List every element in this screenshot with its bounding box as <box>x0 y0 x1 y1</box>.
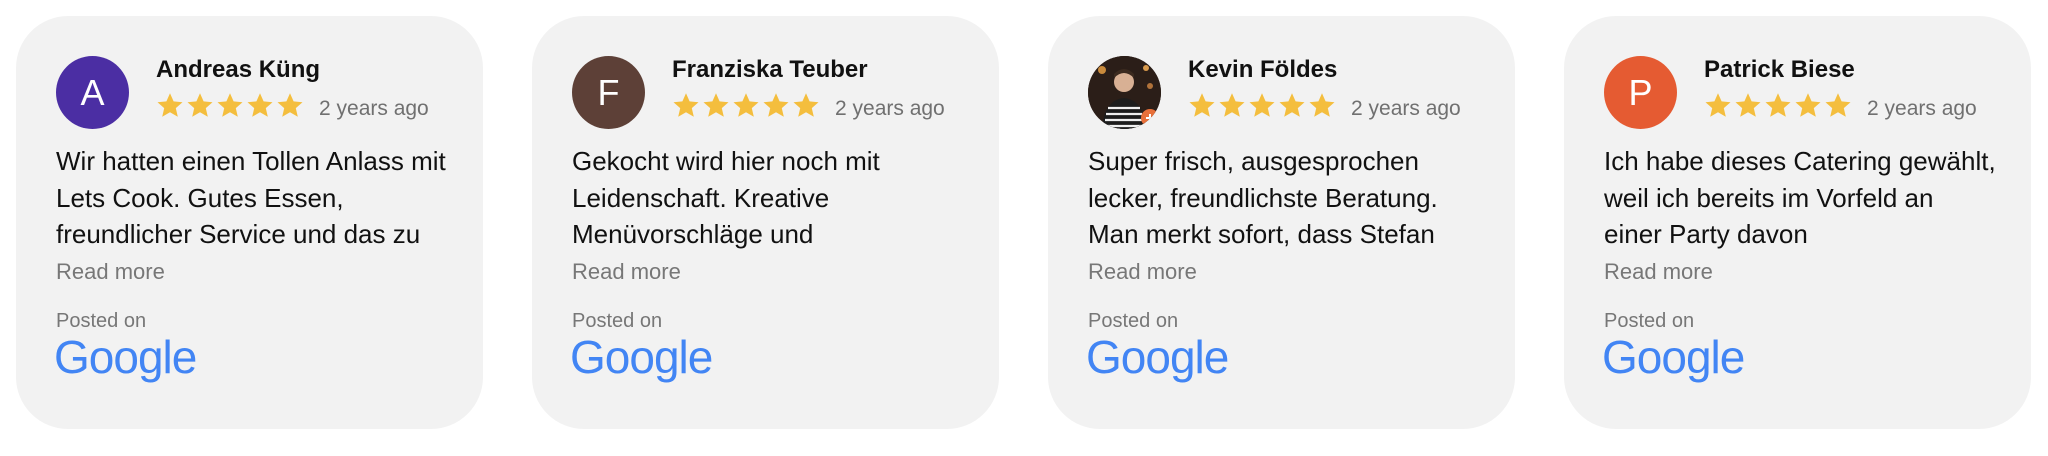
star-icon <box>1217 91 1247 121</box>
star-rating <box>1703 91 1853 123</box>
review-text: Gekocht wird hier noch mit Leidenschaft.… <box>572 146 880 249</box>
review-age: 2 years ago <box>835 97 945 120</box>
review-age: 2 years ago <box>1867 97 1977 120</box>
review-text: Wir hatten einen Tollen Anlass mit Lets … <box>56 146 446 249</box>
star-icon <box>671 91 701 121</box>
posted-on-label: Posted on <box>1604 310 1695 332</box>
star-icon <box>1733 91 1763 121</box>
star-icon <box>155 91 185 121</box>
posted-on-label: Posted on <box>56 310 147 332</box>
reviewer-name: Andreas Küng <box>156 56 321 83</box>
read-more-link[interactable]: Read more <box>572 259 681 285</box>
avatar: A <box>56 56 129 129</box>
avatar: P <box>1604 56 1677 129</box>
google-logo: Google <box>1602 331 1745 383</box>
star-icon <box>1307 91 1337 121</box>
star-icon <box>1247 91 1277 121</box>
star-rating <box>155 91 305 123</box>
avatar-photo <box>1088 56 1161 129</box>
star-rating <box>671 91 821 123</box>
review-text: Super frisch, ausgesprochen lecker, freu… <box>1088 146 1438 249</box>
review-age: 2 years ago <box>319 97 429 120</box>
star-icon <box>791 91 821 121</box>
read-more-link[interactable]: Read more <box>1088 259 1197 285</box>
star-icon <box>185 91 215 121</box>
review-card: Kevin Földes 2 years ago Super frisch, a… <box>1048 16 1515 429</box>
star-icon <box>215 91 245 121</box>
reviewer-name: Franziska Teuber <box>672 56 868 83</box>
google-logo: Google <box>1086 331 1229 383</box>
star-icon <box>761 91 791 121</box>
review-card: A Andreas Küng 2 years ago Wir hatten ei… <box>16 16 483 429</box>
avatar: F <box>572 56 645 129</box>
review-card: F Franziska Teuber 2 years ago Gekocht w… <box>532 16 999 429</box>
reviews-row: A Andreas Küng 2 years ago Wir hatten ei… <box>0 0 2048 456</box>
star-icon <box>245 91 275 121</box>
google-logo: Google <box>54 331 197 383</box>
review-age: 2 years ago <box>1351 97 1461 120</box>
google-logo: Google <box>570 331 713 383</box>
star-icon <box>1187 91 1217 121</box>
star-icon <box>701 91 731 121</box>
read-more-link[interactable]: Read more <box>1604 259 1713 285</box>
reviewer-name: Kevin Földes <box>1188 56 1338 83</box>
star-icon <box>275 91 305 121</box>
star-icon <box>1763 91 1793 121</box>
read-more-link[interactable]: Read more <box>56 259 165 285</box>
review-text: Ich habe dieses Catering gewählt, weil i… <box>1604 146 1996 249</box>
star-icon <box>1703 91 1733 121</box>
star-icon <box>1823 91 1853 121</box>
star-icon <box>1793 91 1823 121</box>
star-icon <box>1277 91 1307 121</box>
posted-on-label: Posted on <box>1088 310 1179 332</box>
star-rating <box>1187 91 1337 123</box>
posted-on-label: Posted on <box>572 310 663 332</box>
profile-photo-icon <box>1088 56 1161 129</box>
review-card: P Patrick Biese 2 years ago Ich habe die… <box>1564 16 2031 429</box>
star-icon <box>731 91 761 121</box>
reviewer-name: Patrick Biese <box>1704 56 1855 83</box>
